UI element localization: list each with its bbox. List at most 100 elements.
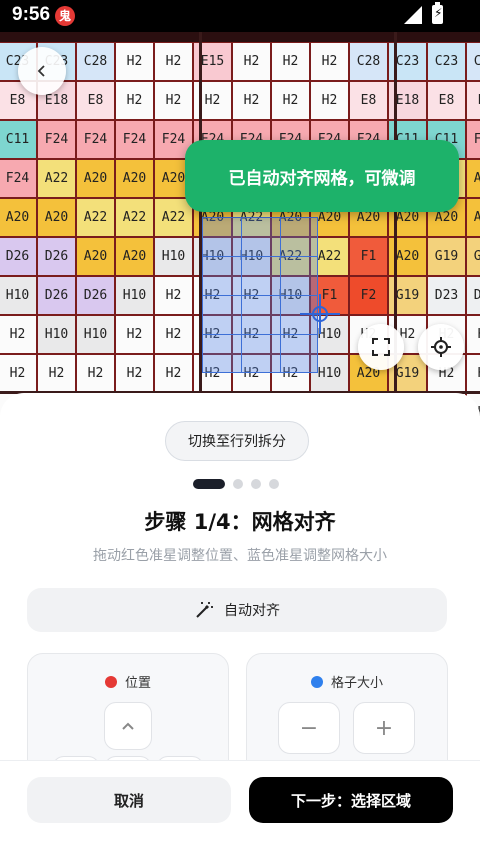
auto-align-button[interactable]: 自动对齐 bbox=[27, 588, 447, 632]
grid-cell: A20 bbox=[466, 198, 480, 237]
grid-cell: A22 bbox=[76, 198, 115, 237]
grid-cell: H2 bbox=[154, 42, 193, 81]
size-decrease-button[interactable]: − bbox=[278, 702, 340, 754]
grid-cell: D26 bbox=[0, 237, 37, 276]
grid-cell: F1 bbox=[349, 237, 388, 276]
crosshair-icon bbox=[431, 337, 451, 357]
grid-cell: H2 bbox=[466, 354, 480, 393]
size-label-text: 格子大小 bbox=[330, 676, 383, 691]
grid-cell: F24 bbox=[37, 120, 76, 159]
move-up-button[interactable] bbox=[104, 702, 152, 750]
grid-cell: E8 bbox=[349, 81, 388, 120]
back-button[interactable] bbox=[18, 47, 66, 95]
grid-cell: F2 bbox=[349, 276, 388, 315]
chevron-up-icon bbox=[122, 722, 134, 730]
grid-cell: D26 bbox=[76, 276, 115, 315]
grid-cell: H2 bbox=[76, 354, 115, 393]
grid-cell: C28 bbox=[76, 42, 115, 81]
red-dot-icon bbox=[104, 675, 117, 688]
step-dot bbox=[251, 479, 261, 489]
grid-cell: F24 bbox=[466, 120, 480, 159]
grid-cell: H2 bbox=[115, 42, 154, 81]
grid-cell: H2 bbox=[154, 354, 193, 393]
step-subtitle: 拖动红色准星调整位置、蓝色准星调整网格大小 bbox=[93, 548, 387, 564]
grid-cell: D26 bbox=[37, 237, 76, 276]
locate-button[interactable] bbox=[418, 324, 464, 370]
grid-cell: H2 bbox=[466, 315, 480, 354]
step-dot bbox=[269, 479, 279, 489]
plus-icon: + bbox=[374, 715, 394, 741]
grid-cell: C23 bbox=[427, 42, 466, 81]
battery-icon: ⚡ bbox=[432, 2, 443, 24]
status-bar: 9:56 鬼 ⚡ bbox=[0, 0, 480, 32]
cancel-button[interactable]: 取消 bbox=[27, 777, 231, 823]
size-increase-button[interactable]: + bbox=[353, 702, 415, 754]
grid-cell: G19 bbox=[466, 237, 480, 276]
auto-align-label: 自动对齐 bbox=[224, 603, 280, 619]
grid-cell: H2 bbox=[115, 315, 154, 354]
position-label: 位置 bbox=[28, 672, 228, 691]
step-title: 步骤 1/4：网格对齐 bbox=[144, 510, 336, 534]
minus-icon: − bbox=[299, 715, 319, 741]
step-dot-active bbox=[193, 479, 225, 489]
fit-to-screen-button[interactable] bbox=[358, 324, 404, 370]
footer-bar: 取消 下一步：选择区域 bbox=[0, 760, 480, 853]
grid-cell: A20 bbox=[76, 237, 115, 276]
grid-cell: H2 bbox=[115, 354, 154, 393]
pattern-canvas[interactable]: C23C23C28H2H2E15H2H2H2C28C23C23C28E8E18E… bbox=[0, 32, 480, 432]
grid-cell: E8 bbox=[466, 81, 480, 120]
grid-cell: H2 bbox=[271, 42, 310, 81]
grid-cell: H2 bbox=[232, 81, 271, 120]
grid-cell: H2 bbox=[0, 315, 37, 354]
grid-cell: H2 bbox=[0, 354, 37, 393]
grid-cell: H10 bbox=[0, 276, 37, 315]
grid-cell: A20 bbox=[37, 198, 76, 237]
app-notification-icon: 鬼 bbox=[55, 6, 75, 26]
grid-cell: H2 bbox=[154, 81, 193, 120]
grid-cell: H2 bbox=[37, 354, 76, 393]
grid-cell: H2 bbox=[232, 42, 271, 81]
grid-cell: C28 bbox=[349, 42, 388, 81]
grid-cell: H10 bbox=[37, 315, 76, 354]
grid-cell: A20 bbox=[76, 159, 115, 198]
grid-cell: A22 bbox=[37, 159, 76, 198]
grid-cell: C28 bbox=[466, 42, 480, 81]
grid-size-line bbox=[280, 217, 281, 373]
grid-cell: A20 bbox=[0, 198, 37, 237]
grid-cell: A22 bbox=[115, 198, 154, 237]
grid-cell: E8 bbox=[427, 81, 466, 120]
switch-mode-button[interactable]: 切换至行列拆分 bbox=[165, 421, 309, 461]
grid-cell: D26 bbox=[37, 276, 76, 315]
grid-cell: A20 bbox=[466, 159, 480, 198]
grid-cell: H10 bbox=[115, 276, 154, 315]
magic-wand-icon bbox=[196, 602, 213, 618]
grid-divider bbox=[394, 32, 397, 432]
grid-cell: H2 bbox=[271, 81, 310, 120]
grid-cell: A20 bbox=[115, 237, 154, 276]
grid-cell: H2 bbox=[154, 276, 193, 315]
size-crosshair-handle[interactable] bbox=[300, 294, 340, 334]
grid-cell: D23 bbox=[466, 276, 480, 315]
grid-cell: H2 bbox=[310, 42, 349, 81]
grid-size-line bbox=[202, 334, 318, 335]
blue-dot-icon bbox=[310, 675, 323, 688]
chevron-left-icon bbox=[37, 65, 45, 77]
grid-cell: A20 bbox=[115, 159, 154, 198]
step-dot bbox=[233, 479, 243, 489]
grid-cell: H10 bbox=[76, 315, 115, 354]
grid-cell: F24 bbox=[0, 159, 37, 198]
grid-size-line bbox=[202, 256, 318, 257]
fullscreen-icon bbox=[372, 338, 390, 356]
grid-cell: F24 bbox=[76, 120, 115, 159]
toast-message: 已自动对齐网格，可微调 bbox=[185, 140, 459, 212]
grid-cell: G19 bbox=[427, 237, 466, 276]
grid-cell: E8 bbox=[76, 81, 115, 120]
grid-cell: H2 bbox=[154, 315, 193, 354]
status-time: 9:56 bbox=[12, 4, 51, 25]
next-step-button[interactable]: 下一步：选择区域 bbox=[249, 777, 453, 823]
step-indicator bbox=[193, 479, 279, 489]
grid-cell: H2 bbox=[115, 81, 154, 120]
grid-cell: D23 bbox=[427, 276, 466, 315]
grid-size-line bbox=[241, 217, 242, 373]
grid-cell: F24 bbox=[115, 120, 154, 159]
